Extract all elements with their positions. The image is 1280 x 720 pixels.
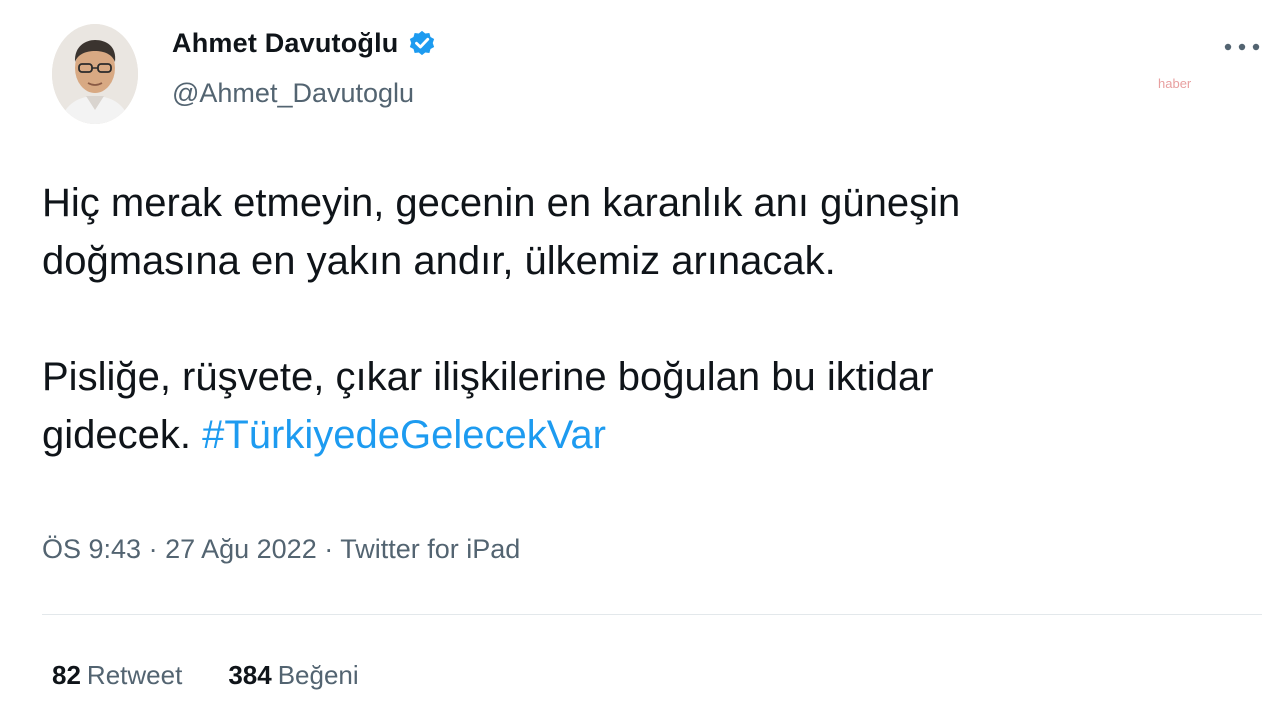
tweet-date[interactable]: 27 Ağu 2022 [165, 534, 317, 564]
author-display-name[interactable]: Ahmet Davutoğlu [172, 28, 399, 59]
tweet-text-line-with-hashtag: gidecek. #TürkiyedeGelecekVar [42, 406, 1222, 464]
retweets-stat[interactable]: 82 Retweet [52, 660, 182, 691]
tweet-text-line: Hiç merak etmeyin, gecenin en karanlık a… [42, 181, 961, 225]
verified-badge-icon [407, 29, 437, 59]
tweet-metadata: ÖS 9:43 · 27 Ağu 2022 · Twitter for iPad [42, 534, 520, 565]
more-horizontal-icon [1224, 43, 1260, 51]
tweet-text-line: doğmasına en yakın andır, ülkemiz arınac… [42, 239, 836, 283]
like-label: Beğeni [277, 660, 359, 690]
tweet-text-line: Pisliğe, rüşvete, çıkar ilişkilerine boğ… [42, 355, 934, 399]
like-count: 384 [228, 660, 272, 690]
tweet-card: Ahmet Davutoğlu @Ahmet_Davutoglu haber H… [0, 0, 1280, 720]
divider [42, 614, 1262, 615]
more-options-button[interactable] [1222, 34, 1262, 60]
avatar-portrait [52, 24, 138, 124]
hashtag-link[interactable]: #TürkiyedeGelecekVar [202, 413, 606, 457]
meta-separator: · [316, 534, 341, 564]
tweet-time[interactable]: ÖS 9:43 [42, 534, 141, 564]
likes-stat[interactable]: 384 Beğeni [228, 660, 358, 691]
meta-separator: · [141, 534, 166, 564]
tweet-source-link[interactable]: Twitter for iPad [340, 534, 520, 564]
retweet-label: Retweet [86, 660, 183, 690]
retweet-count: 82 [52, 660, 81, 690]
tweet-text: Hiç merak etmeyin, gecenin en karanlık a… [42, 174, 1222, 464]
engagement-stats: 82 Retweet 384 Beğeni [52, 660, 359, 691]
watermark: haber [1158, 76, 1192, 91]
author-name-row[interactable]: Ahmet Davutoğlu [172, 28, 437, 59]
author-handle[interactable]: @Ahmet_Davutoglu [172, 78, 414, 109]
avatar[interactable] [52, 24, 138, 124]
tweet-text-fragment: gidecek. [42, 413, 203, 457]
